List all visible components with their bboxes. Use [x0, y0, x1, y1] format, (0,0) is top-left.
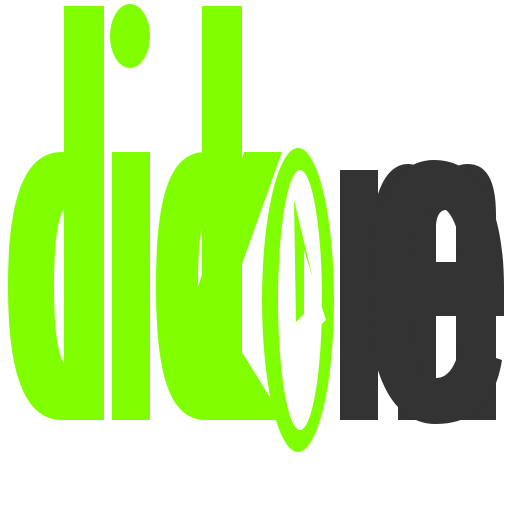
click-me-logo[interactable] [0, 0, 512, 512]
pointer-circle-icon [262, 148, 334, 452]
logo-graphic [8, 4, 504, 452]
canvas [0, 0, 512, 512]
logo-word-me [340, 160, 504, 424]
logo-word-click [8, 4, 284, 420]
